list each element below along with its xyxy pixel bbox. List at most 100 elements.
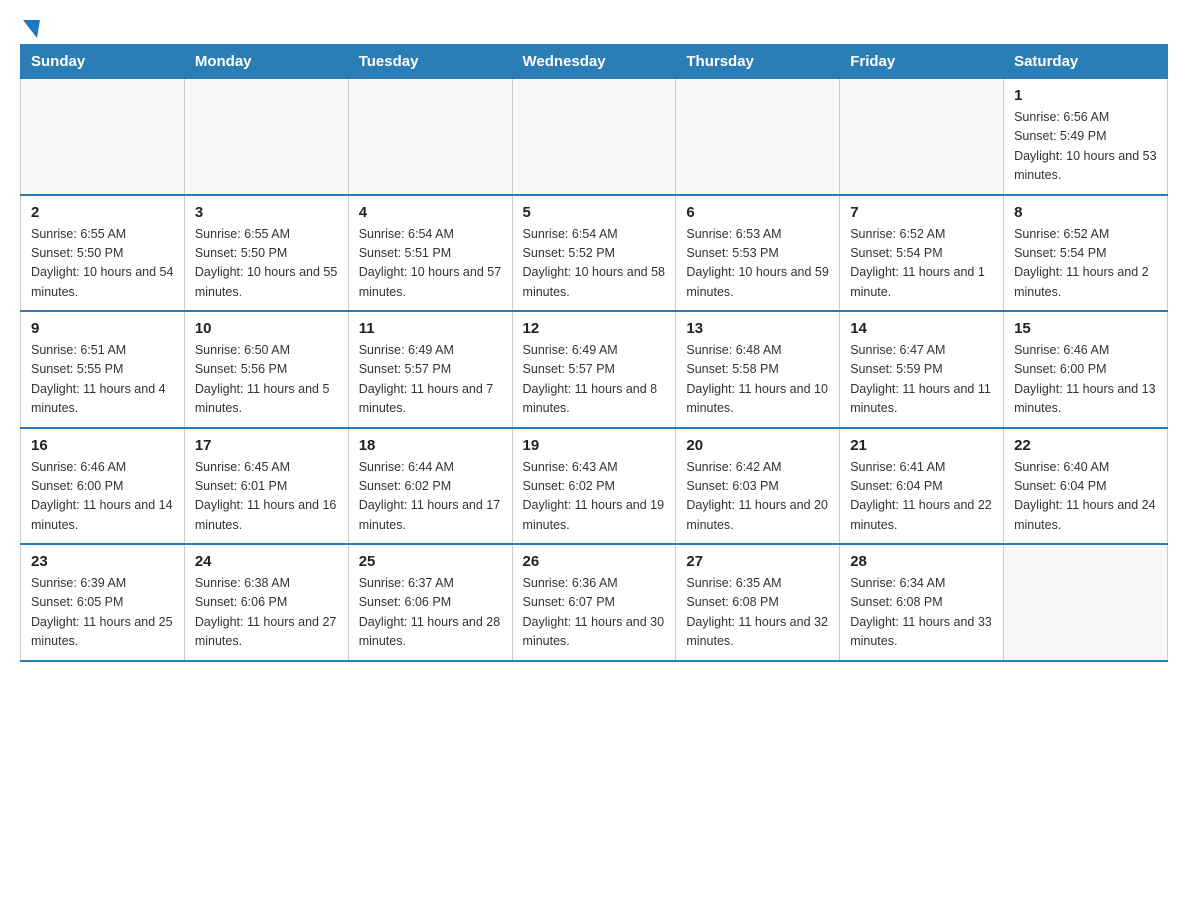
day-number: 22 (1014, 437, 1157, 454)
calendar-cell: 23 Sunrise: 6:39 AMSunset: 6:05 PMDayligh… (21, 544, 185, 661)
calendar-cell: 8 Sunrise: 6:52 AMSunset: 5:54 PMDaylight… (1004, 195, 1168, 312)
day-of-week-header: Wednesday (512, 45, 676, 79)
day-info: Sunrise: 6:55 AMSunset: 5:50 PMDaylight:… (195, 225, 338, 303)
day-number: 20 (686, 437, 829, 454)
day-info: Sunrise: 6:51 AMSunset: 5:55 PMDaylight:… (31, 341, 174, 419)
calendar-cell: 20 Sunrise: 6:42 AMSunset: 6:03 PMDayligh… (676, 428, 840, 545)
day-number: 26 (523, 553, 666, 570)
day-info: Sunrise: 6:39 AMSunset: 6:05 PMDaylight:… (31, 574, 174, 652)
page-header (20, 20, 1168, 34)
day-number: 24 (195, 553, 338, 570)
day-info: Sunrise: 6:53 AMSunset: 5:53 PMDaylight:… (686, 225, 829, 303)
day-info: Sunrise: 6:48 AMSunset: 5:58 PMDaylight:… (686, 341, 829, 419)
calendar-week-row: 9 Sunrise: 6:51 AMSunset: 5:55 PMDaylight… (21, 311, 1168, 428)
day-info: Sunrise: 6:54 AMSunset: 5:52 PMDaylight:… (523, 225, 666, 303)
calendar-cell (21, 79, 185, 195)
day-number: 19 (523, 437, 666, 454)
day-number: 15 (1014, 320, 1157, 337)
day-number: 11 (359, 320, 502, 337)
calendar-cell: 19 Sunrise: 6:43 AMSunset: 6:02 PMDayligh… (512, 428, 676, 545)
calendar-week-row: 16 Sunrise: 6:46 AMSunset: 6:00 PMDayligh… (21, 428, 1168, 545)
day-number: 17 (195, 437, 338, 454)
day-info: Sunrise: 6:49 AMSunset: 5:57 PMDaylight:… (523, 341, 666, 419)
day-info: Sunrise: 6:40 AMSunset: 6:04 PMDaylight:… (1014, 458, 1157, 536)
day-info: Sunrise: 6:52 AMSunset: 5:54 PMDaylight:… (1014, 225, 1157, 303)
calendar-cell: 4 Sunrise: 6:54 AMSunset: 5:51 PMDaylight… (348, 195, 512, 312)
calendar-cell: 12 Sunrise: 6:49 AMSunset: 5:57 PMDayligh… (512, 311, 676, 428)
calendar-week-row: 2 Sunrise: 6:55 AMSunset: 5:50 PMDaylight… (21, 195, 1168, 312)
calendar-cell: 28 Sunrise: 6:34 AMSunset: 6:08 PMDayligh… (840, 544, 1004, 661)
day-info: Sunrise: 6:42 AMSunset: 6:03 PMDaylight:… (686, 458, 829, 536)
day-info: Sunrise: 6:34 AMSunset: 6:08 PMDaylight:… (850, 574, 993, 652)
calendar-cell: 7 Sunrise: 6:52 AMSunset: 5:54 PMDaylight… (840, 195, 1004, 312)
calendar-cell: 18 Sunrise: 6:44 AMSunset: 6:02 PMDayligh… (348, 428, 512, 545)
calendar-table: SundayMondayTuesdayWednesdayThursdayFrid… (20, 44, 1168, 662)
day-number: 7 (850, 204, 993, 221)
calendar-cell: 9 Sunrise: 6:51 AMSunset: 5:55 PMDaylight… (21, 311, 185, 428)
day-of-week-header: Thursday (676, 45, 840, 79)
day-number: 10 (195, 320, 338, 337)
day-info: Sunrise: 6:41 AMSunset: 6:04 PMDaylight:… (850, 458, 993, 536)
logo (20, 20, 40, 34)
day-info: Sunrise: 6:36 AMSunset: 6:07 PMDaylight:… (523, 574, 666, 652)
calendar-cell: 10 Sunrise: 6:50 AMSunset: 5:56 PMDayligh… (184, 311, 348, 428)
day-number: 16 (31, 437, 174, 454)
day-info: Sunrise: 6:50 AMSunset: 5:56 PMDaylight:… (195, 341, 338, 419)
calendar-cell (840, 79, 1004, 195)
calendar-cell: 2 Sunrise: 6:55 AMSunset: 5:50 PMDaylight… (21, 195, 185, 312)
calendar-cell (184, 79, 348, 195)
day-of-week-header: Sunday (21, 45, 185, 79)
calendar-cell: 6 Sunrise: 6:53 AMSunset: 5:53 PMDaylight… (676, 195, 840, 312)
day-info: Sunrise: 6:35 AMSunset: 6:08 PMDaylight:… (686, 574, 829, 652)
day-number: 23 (31, 553, 174, 570)
day-info: Sunrise: 6:46 AMSunset: 6:00 PMDaylight:… (31, 458, 174, 536)
day-info: Sunrise: 6:37 AMSunset: 6:06 PMDaylight:… (359, 574, 502, 652)
day-info: Sunrise: 6:45 AMSunset: 6:01 PMDaylight:… (195, 458, 338, 536)
day-number: 13 (686, 320, 829, 337)
day-info: Sunrise: 6:49 AMSunset: 5:57 PMDaylight:… (359, 341, 502, 419)
calendar-cell: 5 Sunrise: 6:54 AMSunset: 5:52 PMDaylight… (512, 195, 676, 312)
calendar-cell: 24 Sunrise: 6:38 AMSunset: 6:06 PMDayligh… (184, 544, 348, 661)
calendar-week-row: 23 Sunrise: 6:39 AMSunset: 6:05 PMDayligh… (21, 544, 1168, 661)
calendar-header-row: SundayMondayTuesdayWednesdayThursdayFrid… (21, 45, 1168, 79)
day-number: 1 (1014, 87, 1157, 104)
calendar-cell: 11 Sunrise: 6:49 AMSunset: 5:57 PMDayligh… (348, 311, 512, 428)
day-number: 9 (31, 320, 174, 337)
day-of-week-header: Monday (184, 45, 348, 79)
calendar-cell: 27Sunrise: 6:35 AMSunset: 6:08 PMDayligh… (676, 544, 840, 661)
calendar-cell: 13 Sunrise: 6:48 AMSunset: 5:58 PMDayligh… (676, 311, 840, 428)
day-info: Sunrise: 6:54 AMSunset: 5:51 PMDaylight:… (359, 225, 502, 303)
day-of-week-header: Tuesday (348, 45, 512, 79)
day-info: Sunrise: 6:55 AMSunset: 5:50 PMDaylight:… (31, 225, 174, 303)
calendar-cell: 17 Sunrise: 6:45 AMSunset: 6:01 PMDayligh… (184, 428, 348, 545)
day-number: 25 (359, 553, 502, 570)
day-number: 14 (850, 320, 993, 337)
day-number: 21 (850, 437, 993, 454)
logo-triangle-icon (23, 20, 40, 38)
day-number: 4 (359, 204, 502, 221)
day-info: Sunrise: 6:52 AMSunset: 5:54 PMDaylight:… (850, 225, 993, 303)
calendar-cell: 22 Sunrise: 6:40 AMSunset: 6:04 PMDayligh… (1004, 428, 1168, 545)
calendar-cell: 16 Sunrise: 6:46 AMSunset: 6:00 PMDayligh… (21, 428, 185, 545)
day-of-week-header: Friday (840, 45, 1004, 79)
day-number: 12 (523, 320, 666, 337)
day-number: 5 (523, 204, 666, 221)
day-of-week-header: Saturday (1004, 45, 1168, 79)
day-info: Sunrise: 6:56 AMSunset: 5:49 PMDaylight:… (1014, 108, 1157, 186)
day-number: 28 (850, 553, 993, 570)
day-info: Sunrise: 6:44 AMSunset: 6:02 PMDaylight:… (359, 458, 502, 536)
day-number: 18 (359, 437, 502, 454)
calendar-week-row: 1 Sunrise: 6:56 AMSunset: 5:49 PMDaylight… (21, 79, 1168, 195)
calendar-cell (1004, 544, 1168, 661)
day-number: 6 (686, 204, 829, 221)
calendar-cell: 21 Sunrise: 6:41 AMSunset: 6:04 PMDayligh… (840, 428, 1004, 545)
calendar-cell: 15Sunrise: 6:46 AMSunset: 6:00 PMDayligh… (1004, 311, 1168, 428)
day-info: Sunrise: 6:38 AMSunset: 6:06 PMDaylight:… (195, 574, 338, 652)
day-info: Sunrise: 6:43 AMSunset: 6:02 PMDaylight:… (523, 458, 666, 536)
calendar-cell: 25 Sunrise: 6:37 AMSunset: 6:06 PMDayligh… (348, 544, 512, 661)
day-number: 8 (1014, 204, 1157, 221)
calendar-cell: 1 Sunrise: 6:56 AMSunset: 5:49 PMDaylight… (1004, 79, 1168, 195)
calendar-cell: 3 Sunrise: 6:55 AMSunset: 5:50 PMDaylight… (184, 195, 348, 312)
day-number: 2 (31, 204, 174, 221)
day-number: 3 (195, 204, 338, 221)
